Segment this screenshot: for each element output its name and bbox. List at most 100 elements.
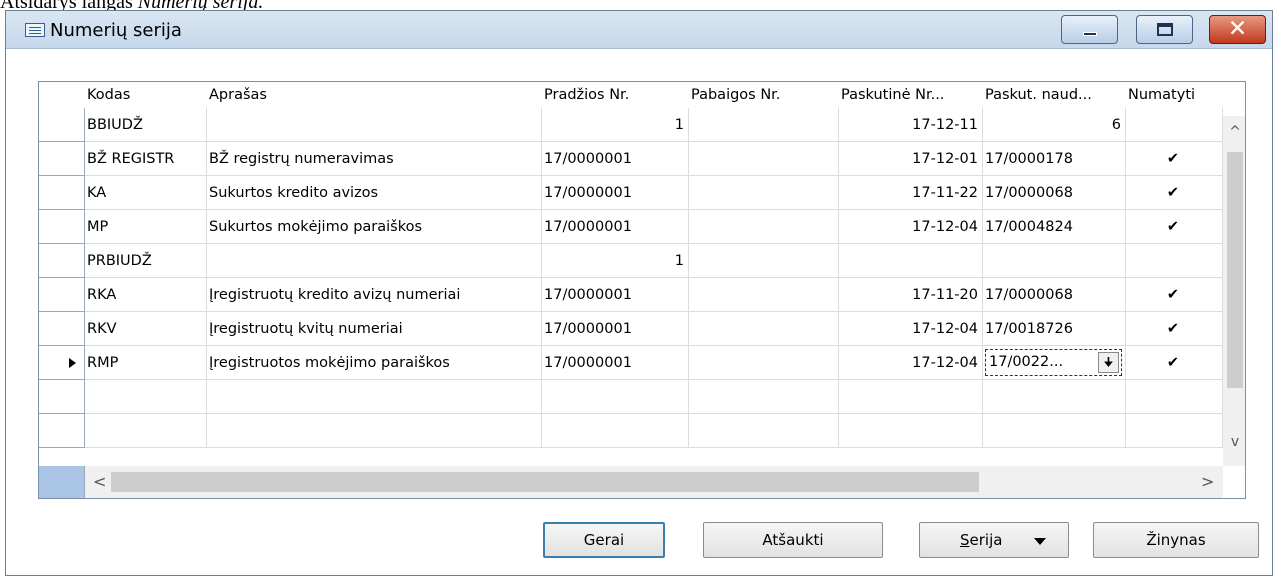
cell-pradzios[interactable]: 17/0000001: [542, 278, 689, 312]
cell-pabaigos[interactable]: [689, 244, 839, 278]
cell-paskutine-data[interactable]: 17-11-20: [839, 278, 983, 312]
cell-aprasas[interactable]: Sukurtos kredito avizos: [207, 176, 542, 210]
title-bar[interactable]: Numerių serija ✕: [6, 11, 1272, 49]
cell-paskut-naud[interactable]: [983, 244, 1126, 278]
cancel-button[interactable]: Atšaukti: [703, 522, 883, 558]
cell-paskutine-data[interactable]: [839, 380, 983, 414]
cell-pradzios[interactable]: 17/0000001: [542, 312, 689, 346]
scroll-up-icon[interactable]: ^: [1223, 124, 1245, 140]
cell-paskutine-data[interactable]: 17-12-04: [839, 346, 983, 380]
cell-paskut-naud[interactable]: 17/0000178: [983, 142, 1126, 176]
table-row[interactable]: BŽ REGISTR BŽ registrų numeravimas 17/00…: [39, 142, 1245, 176]
table-row[interactable]: PRBIUDŽ 1: [39, 244, 1245, 278]
row-selector[interactable]: [39, 346, 85, 380]
cell-pradzios[interactable]: 17/0000001: [542, 346, 689, 380]
cell-pabaigos[interactable]: [689, 346, 839, 380]
cell-pradzios[interactable]: 17/0000001: [542, 210, 689, 244]
cell-numatyti[interactable]: [1126, 414, 1223, 448]
cell-aprasas[interactable]: [207, 108, 542, 142]
scroll-down-icon[interactable]: v: [1223, 434, 1245, 450]
cell-numatyti[interactable]: [1126, 380, 1223, 414]
table-row[interactable]: RKA Įregistruotų kredito avizų numeriai …: [39, 278, 1245, 312]
cell-paskut-naud[interactable]: 17/0000068: [983, 278, 1126, 312]
row-selector[interactable]: [39, 176, 85, 210]
cell-pradzios[interactable]: 17/0000001: [542, 176, 689, 210]
table-row-selected[interactable]: RMP Įregistruotos mokėjimo paraiškos 17/…: [39, 346, 1245, 380]
cell-kodas[interactable]: RKV: [85, 312, 207, 346]
table-row-empty[interactable]: [39, 380, 1245, 414]
cell-aprasas[interactable]: [207, 414, 542, 448]
table-row-empty[interactable]: [39, 414, 1245, 448]
cell-kodas[interactable]: MP: [85, 210, 207, 244]
cell-paskut-naud[interactable]: 17/0018726: [983, 312, 1126, 346]
vertical-scrollbar[interactable]: ^ v: [1223, 116, 1245, 466]
cell-kodas[interactable]: BŽ REGISTR: [85, 142, 207, 176]
horizontal-scrollbar[interactable]: < >: [85, 466, 1223, 498]
cell-aprasas[interactable]: BŽ registrų numeravimas: [207, 142, 542, 176]
horizontal-scroll-thumb[interactable]: [111, 472, 979, 492]
cell-pabaigos[interactable]: [689, 380, 839, 414]
row-selector[interactable]: [39, 380, 85, 414]
cell-pabaigos[interactable]: [689, 210, 839, 244]
cell-pradzios[interactable]: [542, 380, 689, 414]
cell-pabaigos[interactable]: [689, 176, 839, 210]
cell-paskutine-data[interactable]: 17-11-22: [839, 176, 983, 210]
cell-aprasas[interactable]: [207, 244, 542, 278]
checkmark-icon[interactable]: ✔: [1126, 210, 1223, 244]
table-row[interactable]: MP Sukurtos mokėjimo paraiškos 17/000000…: [39, 210, 1245, 244]
checkmark-icon[interactable]: ✔: [1126, 142, 1223, 176]
cell-paskutine-data[interactable]: 17-12-04: [839, 312, 983, 346]
cell-paskut-naud[interactable]: [983, 414, 1126, 448]
cell-paskutine-data[interactable]: [839, 244, 983, 278]
checkmark-icon[interactable]: ✔: [1126, 346, 1223, 380]
cell-kodas[interactable]: [85, 380, 207, 414]
scroll-right-icon[interactable]: >: [1201, 472, 1214, 491]
row-selector[interactable]: [39, 142, 85, 176]
row-selector[interactable]: [39, 244, 85, 278]
close-button[interactable]: ✕: [1209, 15, 1266, 44]
cell-pabaigos[interactable]: [689, 278, 839, 312]
row-selector[interactable]: [39, 278, 85, 312]
cell-aprasas[interactable]: Įregistruotos mokėjimo paraiškos: [207, 346, 542, 380]
cell-paskutine-data[interactable]: 17-12-01: [839, 142, 983, 176]
cell-kodas[interactable]: RMP: [85, 346, 207, 380]
row-selector[interactable]: [39, 108, 85, 142]
cell-pabaigos[interactable]: [689, 312, 839, 346]
paskut-naud-edit-field[interactable]: 17/0022... 🠋: [985, 349, 1122, 376]
row-selector[interactable]: [39, 414, 85, 448]
checkmark-icon[interactable]: ✔: [1126, 278, 1223, 312]
cell-pradzios[interactable]: 1: [542, 244, 689, 278]
row-selector[interactable]: [39, 210, 85, 244]
table-row[interactable]: BBIUDŽ 1 17-12-11 6: [39, 108, 1245, 142]
row-selector[interactable]: [39, 312, 85, 346]
cell-paskutine-data[interactable]: 17-12-11: [839, 108, 983, 142]
cell-pabaigos[interactable]: [689, 414, 839, 448]
checkmark-icon[interactable]: [1126, 108, 1223, 142]
cell-paskut-naud[interactable]: 17/0004824: [983, 210, 1126, 244]
scroll-left-icon[interactable]: <: [93, 472, 106, 491]
minimize-button[interactable]: [1061, 15, 1118, 44]
series-menu-button[interactable]: Serija: [919, 522, 1069, 558]
cell-kodas[interactable]: RKA: [85, 278, 207, 312]
cell-pabaigos[interactable]: [689, 142, 839, 176]
checkmark-icon[interactable]: ✔: [1126, 312, 1223, 346]
help-button[interactable]: Žinynas: [1093, 522, 1259, 558]
cell-aprasas[interactable]: Įregistruotų kredito avizų numeriai: [207, 278, 542, 312]
maximize-button[interactable]: [1136, 15, 1193, 44]
cell-aprasas[interactable]: Sukurtos mokėjimo paraiškos: [207, 210, 542, 244]
cell-paskutine-data[interactable]: [839, 414, 983, 448]
cell-paskut-naud[interactable]: [983, 380, 1126, 414]
cell-kodas[interactable]: [85, 414, 207, 448]
table-row[interactable]: RKV Įregistruotų kvitų numeriai 17/00000…: [39, 312, 1245, 346]
checkmark-icon[interactable]: ✔: [1126, 176, 1223, 210]
paskut-naud-value[interactable]: 17/0022...: [989, 350, 1063, 375]
lookup-arrow-icon[interactable]: 🠋: [1098, 352, 1119, 373]
table-row[interactable]: KA Sukurtos kredito avizos 17/0000001 17…: [39, 176, 1245, 210]
checkmark-icon[interactable]: [1126, 244, 1223, 278]
cell-aprasas[interactable]: Įregistruotų kvitų numeriai: [207, 312, 542, 346]
vertical-scroll-thumb[interactable]: [1227, 152, 1243, 388]
cell-pradzios[interactable]: 17/0000001: [542, 142, 689, 176]
cell-paskut-naud[interactable]: 6: [983, 108, 1126, 142]
cell-pradzios[interactable]: [542, 414, 689, 448]
cell-kodas[interactable]: KA: [85, 176, 207, 210]
